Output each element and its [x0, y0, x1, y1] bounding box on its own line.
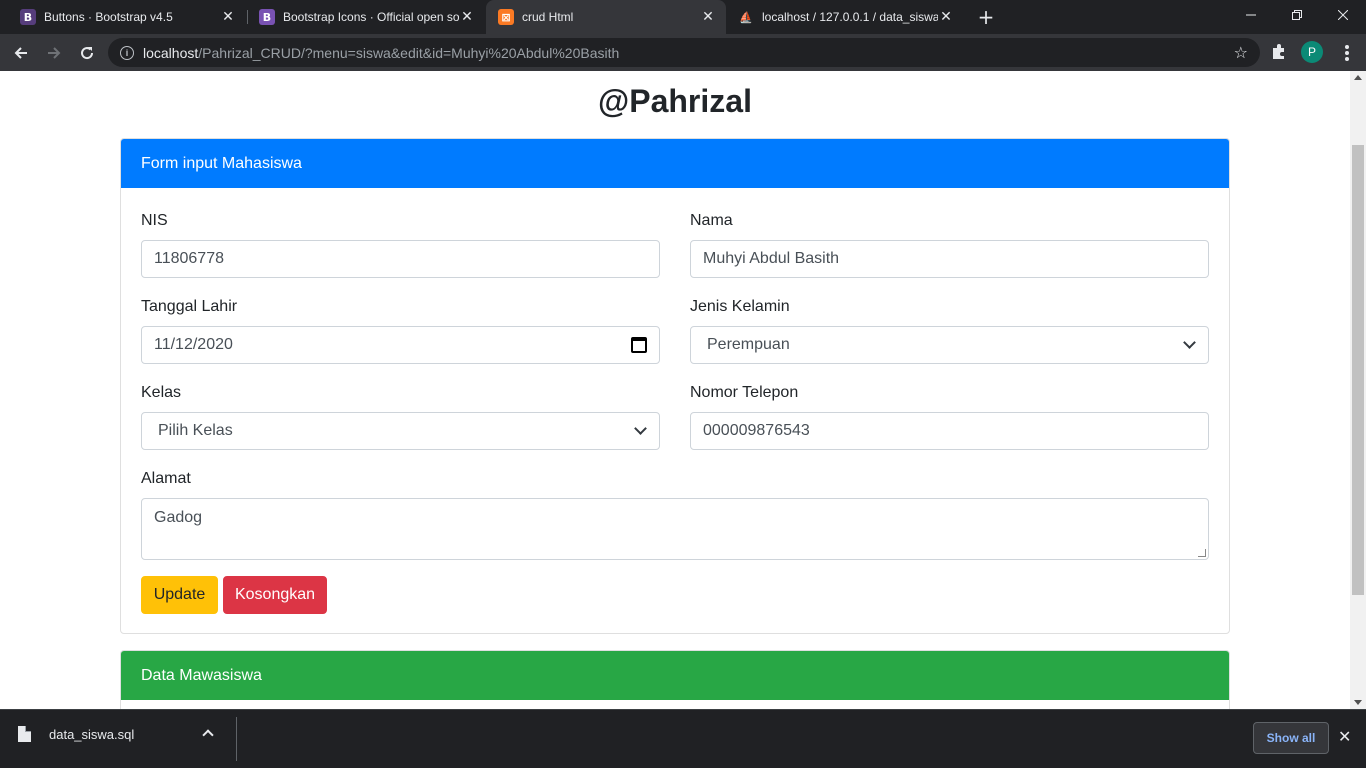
- chevron-up-icon[interactable]: [202, 729, 214, 741]
- data-card: Data Mawasiswa: [120, 650, 1230, 709]
- file-icon: [18, 726, 31, 742]
- nomor-telepon-label: Nomor Telepon: [690, 384, 799, 401]
- extensions-button[interactable]: [1270, 43, 1288, 61]
- nis-input[interactable]: 11806778: [141, 240, 660, 278]
- chevron-down-icon: [634, 422, 647, 435]
- nama-value: Muhyi Abdul Basith: [703, 250, 840, 267]
- reload-icon: [81, 47, 94, 60]
- bookmark-star-icon[interactable]: ☆: [1234, 43, 1248, 62]
- nomor-telepon-value: 000009876543: [703, 422, 810, 439]
- data-card-header: Data Mawasiswa: [121, 651, 1229, 700]
- back-arrow-icon: [14, 47, 27, 59]
- tab-title: Bootstrap Icons · Official open so: [283, 10, 459, 24]
- scroll-up-icon[interactable]: [1354, 75, 1362, 80]
- tab-title: Buttons · Bootstrap v4.5: [44, 10, 173, 24]
- tanggal-lahir-label: Tanggal Lahir: [141, 298, 238, 315]
- phpmyadmin-favicon-icon: ⛵: [739, 10, 753, 24]
- nama-input[interactable]: Muhyi Abdul Basith: [690, 240, 1209, 278]
- reload-button[interactable]: [74, 40, 100, 66]
- minimize-button[interactable]: [1228, 0, 1274, 30]
- alamat-value: Gadog: [154, 509, 203, 526]
- page-title: @Pahrizal: [598, 83, 752, 119]
- bootstrap-favicon-icon: B: [20, 9, 36, 25]
- resize-handle-icon[interactable]: [1198, 549, 1206, 557]
- download-shelf: data_siswa.sql Show all ✕: [0, 709, 1366, 768]
- nomor-telepon-input[interactable]: 000009876543: [690, 412, 1209, 450]
- forward-button[interactable]: [41, 40, 67, 66]
- shelf-divider: [236, 717, 237, 761]
- update-button[interactable]: Update: [141, 576, 218, 614]
- kosongkan-button[interactable]: Kosongkan: [223, 576, 327, 614]
- jenis-kelamin-value: Perempuan: [707, 336, 790, 353]
- nis-value: 11806778: [154, 250, 224, 267]
- tab-bootstrap-icons[interactable]: B Bootstrap Icons · Official open so ✕: [247, 0, 485, 34]
- tab-close-icon[interactable]: ✕: [220, 9, 236, 25]
- scroll-down-icon[interactable]: [1354, 700, 1362, 705]
- page-scrollbar[interactable]: [1350, 71, 1366, 709]
- tanggal-lahir-input[interactable]: 11/12/2020: [141, 326, 660, 364]
- back-button[interactable]: [8, 40, 34, 66]
- download-item[interactable]: data_siswa.sql: [18, 726, 134, 742]
- show-all-button[interactable]: Show all: [1253, 722, 1329, 754]
- url-host: localhost: [143, 44, 199, 61]
- page-viewport: @Pahrizal Form input Mahasiswa NIS 11806…: [0, 71, 1350, 709]
- jenis-kelamin-select[interactable]: Perempuan: [690, 326, 1209, 364]
- xampp-favicon-icon: ⊠: [498, 9, 514, 25]
- browser-menu-icon[interactable]: [1338, 43, 1356, 63]
- tab-crud-html[interactable]: ⊠ crud Html ✕: [486, 0, 726, 34]
- close-window-button[interactable]: [1320, 0, 1366, 30]
- alamat-label: Alamat: [141, 470, 191, 487]
- bootstrap-favicon-icon: B: [259, 9, 275, 25]
- chevron-down-icon: [1183, 336, 1196, 349]
- url-path: /Pahrizal_CRUD/?menu=siswa&edit&id=Muhyi…: [198, 44, 620, 61]
- close-icon: [1338, 10, 1348, 20]
- tab-close-icon[interactable]: ✕: [459, 9, 475, 25]
- address-bar[interactable]: i localhost/Pahrizal_CRUD/?menu=siswa&ed…: [108, 38, 1260, 67]
- new-tab-button[interactable]: +: [976, 7, 996, 27]
- tab-strip: B Buttons · Bootstrap v4.5 ✕ B Bootstrap…: [0, 0, 1366, 34]
- form-card: Form input Mahasiswa NIS 11806778 Nama M…: [120, 138, 1230, 634]
- close-icon[interactable]: ✕: [1338, 727, 1351, 746]
- tanggal-lahir-value: 11/12/2020: [154, 336, 233, 353]
- forward-arrow-icon: [48, 47, 61, 59]
- restore-icon: [1292, 10, 1302, 20]
- form-card-header: Form input Mahasiswa: [121, 139, 1229, 188]
- tab-close-icon[interactable]: ✕: [700, 9, 716, 25]
- profile-avatar[interactable]: P: [1301, 41, 1323, 63]
- nis-label: NIS: [141, 212, 168, 229]
- alamat-textarea[interactable]: Gadog: [141, 498, 1209, 560]
- download-file-name: data_siswa.sql: [49, 726, 135, 742]
- nama-label: Nama: [690, 212, 733, 229]
- calendar-icon[interactable]: [631, 337, 647, 353]
- tab-bootstrap-buttons[interactable]: B Buttons · Bootstrap v4.5 ✕: [8, 0, 246, 34]
- restore-button[interactable]: [1274, 0, 1320, 30]
- tab-title: crud Html: [522, 10, 574, 24]
- tab-title: localhost / 127.0.0.1 / data_siswa: [762, 10, 938, 24]
- puzzle-icon: [1273, 44, 1284, 59]
- kelas-select[interactable]: Pilih Kelas: [141, 412, 660, 450]
- minimize-icon: [1246, 14, 1256, 16]
- tab-close-icon[interactable]: ✕: [938, 9, 954, 25]
- kelas-value: Pilih Kelas: [158, 422, 233, 439]
- info-icon[interactable]: i: [120, 45, 134, 60]
- tab-phpmyadmin[interactable]: ⛵ localhost / 127.0.0.1 / data_siswa ✕: [726, 0, 964, 34]
- scrollbar-thumb[interactable]: [1352, 145, 1364, 595]
- url-text: localhost/Pahrizal_CRUD/?menu=siswa&edit…: [143, 45, 619, 61]
- browser-toolbar: i localhost/Pahrizal_CRUD/?menu=siswa&ed…: [0, 34, 1366, 71]
- jenis-kelamin-label: Jenis Kelamin: [690, 298, 790, 315]
- kelas-label: Kelas: [141, 384, 182, 401]
